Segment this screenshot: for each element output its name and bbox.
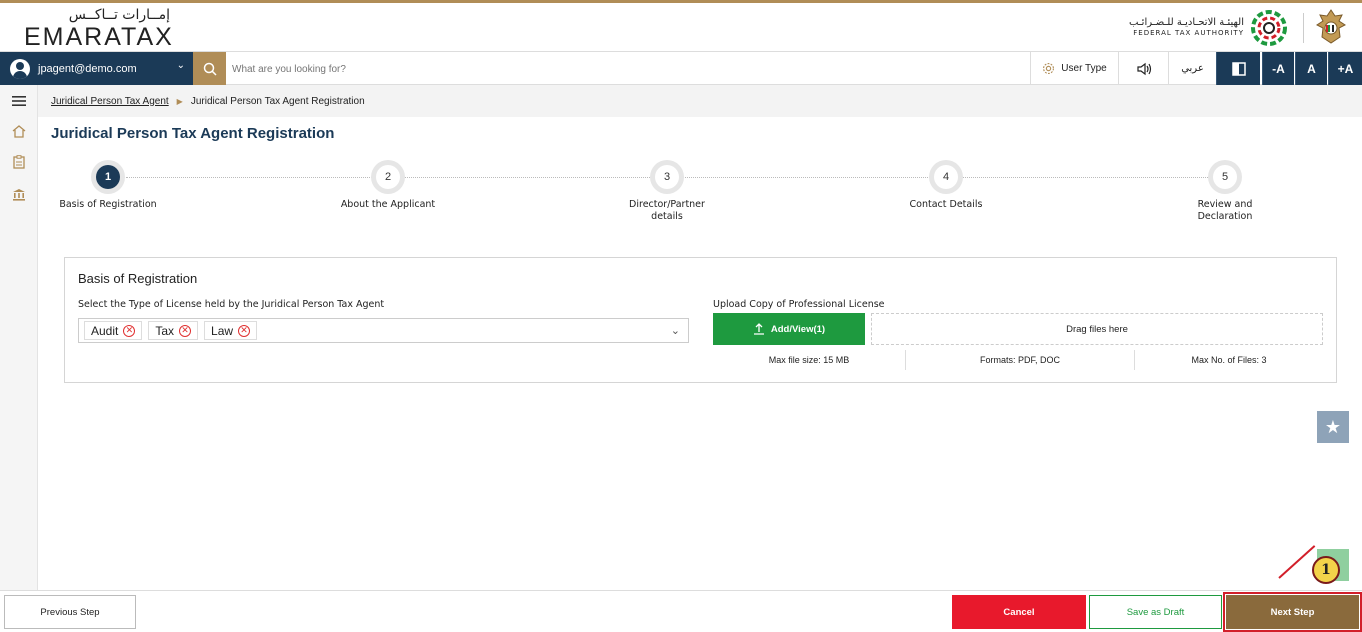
upload-label: Upload Copy of Professional License <box>713 299 885 310</box>
uae-emblem-icon <box>1316 9 1346 44</box>
step-5-number: 5 <box>1213 165 1237 189</box>
file-drop-zone[interactable]: Drag files here <box>871 313 1323 345</box>
font-increase-button[interactable]: +A <box>1328 52 1362 85</box>
gear-icon <box>1043 63 1055 74</box>
remove-chip-icon[interactable]: ✕ <box>238 324 251 337</box>
language-toggle[interactable]: عربي <box>1168 52 1216 85</box>
breadcrumb: Juridical Person Tax Agent ▶ Juridical P… <box>38 85 1362 117</box>
step-2-label: About the Applicant <box>340 199 436 210</box>
menu-icon[interactable] <box>10 92 28 110</box>
max-file-size: Max file size: 15 MB <box>768 355 850 365</box>
max-files: Max No. of Files: 3 <box>1191 355 1267 365</box>
file-formats: Formats: PDF, DOC <box>979 355 1060 365</box>
breadcrumb-current: Juridical Person Tax Agent Registration <box>190 95 365 107</box>
search-button[interactable] <box>193 52 226 85</box>
license-type-label: Select the Type of License held by the J… <box>78 299 385 310</box>
footer-actions: Previous Step Cancel Save as Draft Next … <box>0 590 1362 632</box>
remove-chip-icon[interactable]: ✕ <box>179 324 192 337</box>
chevron-down-icon: ⌄ <box>176 60 185 71</box>
header-divider <box>1303 13 1304 43</box>
font-decrease-button[interactable]: -A <box>1262 52 1294 85</box>
upload-button-label: Add/View(1) <box>770 323 826 335</box>
top-toolbar: jpagent@demo.com ⌄ User Type عربي -A A +… <box>0 51 1362 85</box>
step-5[interactable]: 5 Review and Declaration <box>1155 160 1295 223</box>
section-title: Basis of Registration <box>78 271 198 286</box>
favorite-star-button[interactable]: ★ <box>1317 411 1349 443</box>
breadcrumb-separator-icon: ▶ <box>176 96 183 106</box>
license-chip-label: Law <box>211 323 234 338</box>
search-icon <box>203 62 217 76</box>
step-1[interactable]: 1 Basis of Registration <box>38 160 178 211</box>
save-as-draft-button[interactable]: Save as Draft <box>1089 595 1222 629</box>
cancel-button[interactable]: Cancel <box>952 595 1086 629</box>
fta-english-name: FEDERAL TAX AUTHORITY <box>1133 29 1244 37</box>
step-4-number: 4 <box>934 165 958 189</box>
basis-of-registration-card: Basis of Registration Select the Type of… <box>64 257 1337 383</box>
next-step-button[interactable]: Next Step <box>1223 592 1362 632</box>
user-type-label: User Type <box>1061 63 1107 74</box>
upload-icon <box>753 323 764 335</box>
step-2[interactable]: 2 About the Applicant <box>318 160 458 211</box>
step-5-label: Review and Declaration <box>1197 199 1253 222</box>
user-email: jpagent@demo.com <box>38 62 137 75</box>
home-icon[interactable] <box>10 122 28 140</box>
speaker-icon <box>1136 62 1151 75</box>
contrast-toggle[interactable] <box>1216 52 1260 85</box>
step-4[interactable]: 4 Contact Details <box>876 160 1016 211</box>
fta-mark-icon <box>1251 10 1287 46</box>
callout-pointer <box>1278 545 1316 579</box>
contrast-icon <box>1231 61 1246 76</box>
user-type-selector[interactable]: User Type <box>1030 52 1118 85</box>
search-input[interactable] <box>232 58 732 80</box>
previous-step-button[interactable]: Previous Step <box>4 595 136 629</box>
step-3-label: Director/Partner details <box>629 199 705 222</box>
license-chip-tax: Tax ✕ <box>148 321 199 340</box>
step-3[interactable]: 3 Director/Partner details <box>597 160 737 223</box>
fta-arabic-name: الهيئـة الاتحـاديـة للـضـرائـب <box>1128 17 1244 28</box>
font-normal-button[interactable]: A <box>1295 52 1327 85</box>
header: إمــارات تــاكــس EMARATAX الهيئـة الاتح… <box>0 3 1362 51</box>
step-2-number: 2 <box>376 165 400 189</box>
page-title: Juridical Person Tax Agent Registration <box>51 125 335 142</box>
remove-chip-icon[interactable]: ✕ <box>123 324 136 337</box>
license-type-multiselect[interactable]: Audit ✕ Tax ✕ Law ✕ ⌄ <box>78 318 689 343</box>
breadcrumb-parent-link[interactable]: Juridical Person Tax Agent <box>51 96 169 107</box>
avatar-icon <box>10 58 30 79</box>
license-chip-label: Audit <box>91 323 119 338</box>
logo-arabic-text: إمــارات تــاكــس <box>68 7 170 23</box>
emaratax-logo[interactable]: إمــارات تــاكــس EMARATAX <box>24 5 174 51</box>
add-view-upload-button[interactable]: Add/View(1) <box>713 313 865 345</box>
read-aloud-button[interactable] <box>1118 52 1168 85</box>
logo-english-text: EMARATAX <box>24 23 174 51</box>
license-chip-label: Tax <box>155 323 175 338</box>
step-1-label: Basis of Registration <box>59 199 157 210</box>
chevron-down-icon[interactable]: ⌄ <box>671 324 680 337</box>
license-chip-law: Law ✕ <box>204 321 258 340</box>
step-1-number: 1 <box>96 165 120 189</box>
user-menu[interactable]: jpagent@demo.com ⌄ <box>0 52 193 85</box>
license-chip-audit: Audit ✕ <box>84 321 143 340</box>
step-4-label: Contact Details <box>909 199 983 210</box>
registration-stepper: 1 Basis of Registration 2 About the Appl… <box>0 160 1362 230</box>
callout-badge: 1 <box>1312 556 1340 584</box>
step-3-number: 3 <box>655 165 679 189</box>
star-icon: ★ <box>1324 416 1342 438</box>
fta-logo: الهيئـة الاتحـاديـة للـضـرائـب FEDERAL T… <box>1129 7 1288 49</box>
